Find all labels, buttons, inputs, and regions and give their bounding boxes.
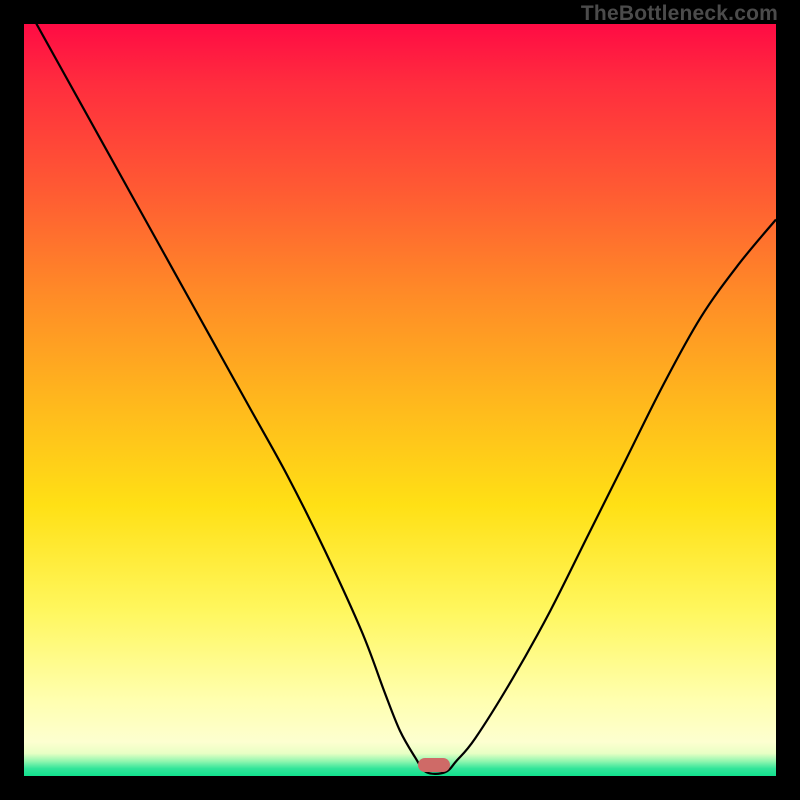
- bottleneck-curve-svg: [24, 24, 776, 776]
- watermark-label: TheBottleneck.com: [581, 2, 778, 26]
- plot-area: [24, 24, 776, 776]
- bottleneck-curve-path: [24, 24, 776, 774]
- chart-frame: TheBottleneck.com: [0, 0, 800, 800]
- minimum-marker: [418, 758, 450, 772]
